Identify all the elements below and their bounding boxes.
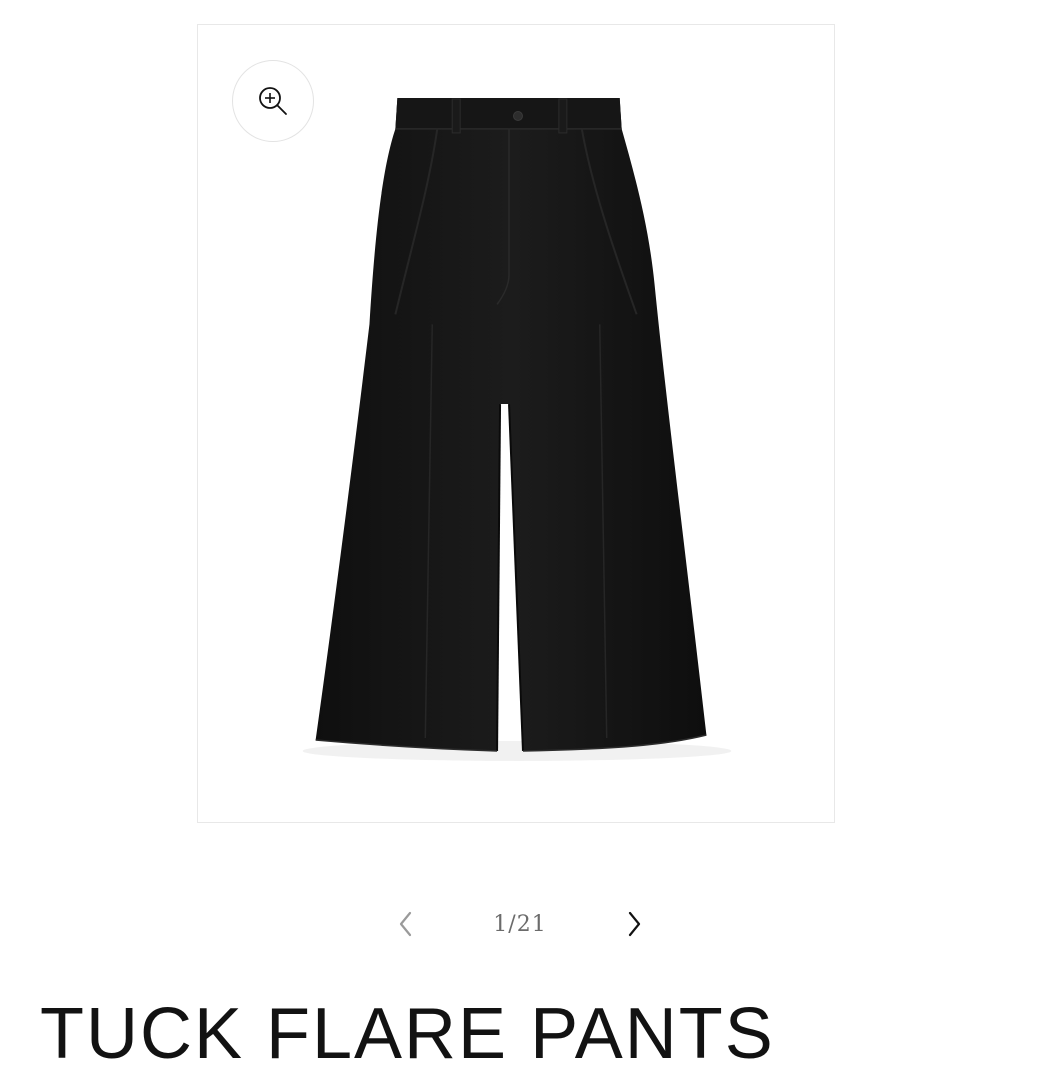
zoom-button[interactable] [232,60,314,142]
product-title: TUCK FLARE PANTS [40,994,775,1074]
slide-counter: 1/21 [493,911,547,937]
pants-body [315,98,707,751]
slider-controls: 1/21 [380,895,660,953]
chevron-right-icon [628,911,641,937]
product-media-frame [197,24,835,823]
chevron-left-icon [399,911,412,937]
zoom-in-icon [259,87,287,115]
product-image [302,98,732,761]
previous-slide-button[interactable] [380,895,432,953]
next-slide-button[interactable] [608,895,660,953]
